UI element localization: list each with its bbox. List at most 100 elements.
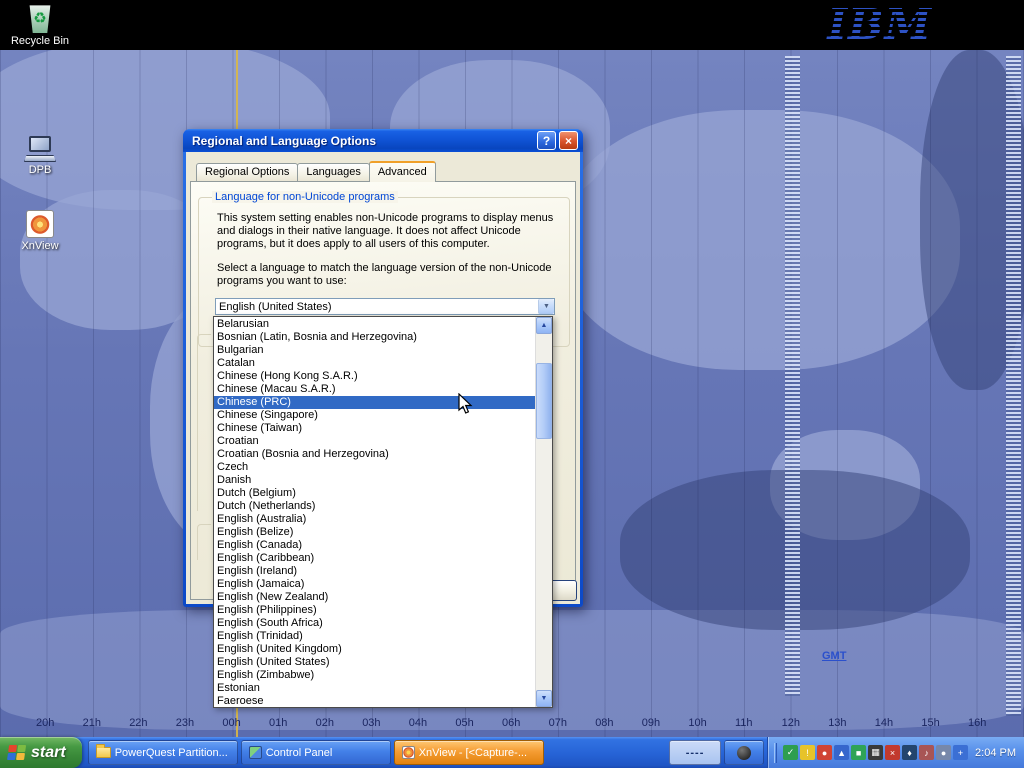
- tab-regional-options[interactable]: Regional Options: [196, 163, 298, 181]
- help-button[interactable]: ?: [537, 131, 556, 150]
- dropdown-item[interactable]: English (Ireland): [214, 565, 535, 578]
- scrollbar-thumb[interactable]: [536, 363, 552, 439]
- groupbox-edge-fragment: [197, 334, 211, 511]
- dropdown-item[interactable]: English (Belize): [214, 526, 535, 539]
- tray-icon[interactable]: ×: [885, 745, 900, 760]
- tray-icon[interactable]: ▲: [834, 745, 849, 760]
- close-button[interactable]: ×: [559, 131, 578, 150]
- taskbar-button-label: XnView - [<Capture-...: [419, 747, 527, 759]
- language-combobox[interactable]: English (United States) ▼: [215, 298, 555, 315]
- tab-languages[interactable]: Languages: [297, 163, 369, 181]
- groupbox-caption: Language for non-Unicode programs: [212, 191, 398, 203]
- timezone-hatch-band: [785, 56, 800, 696]
- top-banner: ♻ Recycle Bin IBM: [0, 0, 1024, 50]
- dropdown-item[interactable]: English (South Africa): [214, 617, 535, 630]
- dropdown-item[interactable]: English (United Kingdom): [214, 643, 535, 656]
- ibm-logo: IBM: [827, 0, 932, 50]
- chevron-down-icon[interactable]: ▼: [538, 299, 554, 314]
- dropdown-items: BelarusianBosnian (Latin, Bosnia and Her…: [214, 317, 535, 707]
- dropdown-item[interactable]: English (Australia): [214, 513, 535, 526]
- dropdown-item[interactable]: Chinese (Taiwan): [214, 422, 535, 435]
- dropdown-scrollbar[interactable]: ▲ ▼: [535, 317, 552, 707]
- desktop: 20h21h22h23h00h01h02h03h04h05h06h07h08h0…: [0, 0, 1024, 768]
- desktop-icon-label: XnView: [21, 240, 58, 252]
- flag-yellow: [16, 753, 25, 760]
- control-panel-icon: [249, 746, 262, 759]
- flag-blue: [7, 753, 16, 760]
- flag-red: [8, 745, 17, 752]
- ibm-logo-text: IBM: [827, 4, 932, 46]
- dropdown-item[interactable]: Belarusian: [214, 318, 535, 331]
- desktop-icon-xnview[interactable]: XnView: [8, 210, 72, 252]
- recycle-symbol: ♻: [27, 9, 53, 27]
- taskbar-button[interactable]: XnView - [<Capture-...: [394, 740, 544, 765]
- taskbar-button[interactable]: Control Panel: [241, 740, 391, 765]
- scroll-down-icon[interactable]: ▼: [536, 690, 552, 707]
- dropdown-item[interactable]: English (Jamaica): [214, 578, 535, 591]
- groupbox-instruction: Select a language to match the language …: [217, 262, 555, 288]
- recycle-bin-icon: ♻: [27, 3, 53, 33]
- taskbar-button[interactable]: PowerQuest Partition...: [88, 740, 238, 765]
- regional-language-options-window: Regional and Language Options ? × Region…: [183, 129, 583, 607]
- dropdown-item[interactable]: Chinese (PRC): [214, 396, 535, 409]
- dropdown-item[interactable]: English (United States): [214, 656, 535, 669]
- tab-advanced[interactable]: Advanced: [369, 161, 436, 182]
- tray-icon[interactable]: ●: [817, 745, 832, 760]
- dropdown-item[interactable]: Faeroese: [214, 695, 535, 707]
- laptop-icon: [24, 136, 56, 162]
- dropdown-item[interactable]: English (Zimbabwe): [214, 669, 535, 682]
- dropdown-item[interactable]: Catalan: [214, 357, 535, 370]
- taskbar-clock[interactable]: 2:04 PM: [975, 747, 1016, 759]
- window-titlebar[interactable]: Regional and Language Options ? ×: [183, 129, 583, 152]
- language-dropdown-list: BelarusianBosnian (Latin, Bosnia and Her…: [213, 316, 553, 708]
- tray-icon[interactable]: ▦: [868, 745, 883, 760]
- app-icon: [737, 746, 751, 760]
- dropdown-item[interactable]: English (Caribbean): [214, 552, 535, 565]
- dropdown-item[interactable]: Dutch (Netherlands): [214, 500, 535, 513]
- dropdown-item[interactable]: English (Canada): [214, 539, 535, 552]
- laptop-screen: [29, 136, 51, 152]
- desktop-icon-dpb[interactable]: DPB: [8, 136, 72, 176]
- tray-icon[interactable]: +: [953, 745, 968, 760]
- taskbar-button-label: ----: [686, 747, 705, 759]
- dropdown-item[interactable]: English (New Zealand): [214, 591, 535, 604]
- tray-icon[interactable]: ♦: [902, 745, 917, 760]
- tab-strip: Regional Options Languages Advanced: [196, 163, 435, 181]
- desktop-icon-label: DPB: [29, 164, 52, 176]
- dropdown-item[interactable]: Czech: [214, 461, 535, 474]
- taskbar-buttons: PowerQuest Partition... Control Panel XnVi…: [82, 737, 767, 768]
- window-title: Regional and Language Options: [192, 134, 534, 148]
- start-button-label: start: [31, 744, 66, 762]
- dropdown-item[interactable]: Croatian (Bosnia and Herzegovina): [214, 448, 535, 461]
- tray-icon[interactable]: ✓: [783, 745, 798, 760]
- tray-resize-handle[interactable]: [774, 743, 777, 763]
- laptop-base: [24, 155, 56, 162]
- tray-icon[interactable]: ■: [851, 745, 866, 760]
- taskbar-button[interactable]: [724, 740, 764, 765]
- dropdown-item[interactable]: Dutch (Belgium): [214, 487, 535, 500]
- dropdown-item[interactable]: Danish: [214, 474, 535, 487]
- dropdown-item[interactable]: Chinese (Hong Kong S.A.R.): [214, 370, 535, 383]
- taskbar-button-label: PowerQuest Partition...: [115, 747, 228, 759]
- windows-flag-icon: [7, 745, 27, 761]
- dropdown-item[interactable]: Bosnian (Latin, Bosnia and Herzegovina): [214, 331, 535, 344]
- timezone-hatch-band: [1006, 56, 1021, 716]
- dropdown-item[interactable]: Croatian: [214, 435, 535, 448]
- dropdown-item[interactable]: English (Trinidad): [214, 630, 535, 643]
- tray-icon[interactable]: ♪: [919, 745, 934, 760]
- tray-icon-area: ✓!●▲■▦×♦♪●+: [783, 745, 968, 760]
- start-button[interactable]: start: [0, 737, 82, 768]
- scroll-up-icon[interactable]: ▲: [536, 317, 552, 334]
- taskbar: start PowerQuest Partition... Control Pan…: [0, 737, 1024, 768]
- dropdown-item[interactable]: Bulgarian: [214, 344, 535, 357]
- dropdown-item[interactable]: Estonian: [214, 682, 535, 695]
- tray-icon[interactable]: !: [800, 745, 815, 760]
- dropdown-item[interactable]: English (Philippines): [214, 604, 535, 617]
- tray-icon[interactable]: ●: [936, 745, 951, 760]
- dropdown-item[interactable]: Chinese (Singapore): [214, 409, 535, 422]
- flag-green: [17, 745, 26, 752]
- taskbar-button[interactable]: ----: [669, 740, 721, 765]
- xnview-icon: [26, 210, 54, 238]
- desktop-icon-recycle-bin[interactable]: ♻ Recycle Bin: [8, 3, 72, 47]
- dropdown-item[interactable]: Chinese (Macau S.A.R.): [214, 383, 535, 396]
